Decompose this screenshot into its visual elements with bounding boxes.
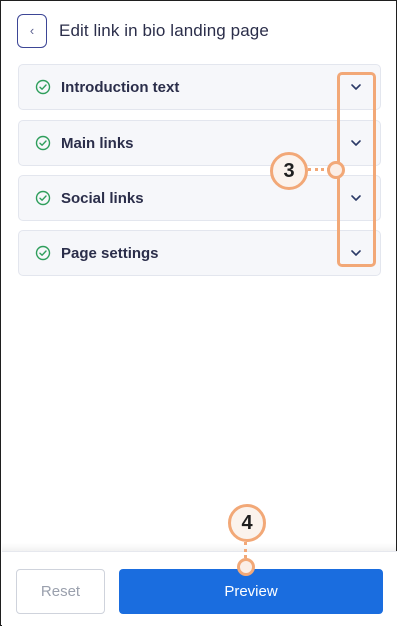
section-label: Main links xyxy=(61,134,134,152)
reset-button[interactable]: Reset xyxy=(16,569,105,614)
callout-badge-3: 3 xyxy=(270,152,308,190)
page-title: Edit link in bio landing page xyxy=(59,20,269,40)
panel-header: ‹ Edit link in bio landing page xyxy=(17,13,269,48)
check-circle-icon xyxy=(35,79,51,95)
section-label: Social links xyxy=(61,189,144,207)
preview-button[interactable]: Preview xyxy=(119,569,383,614)
editor-panel: ‹ Edit link in bio landing page Introduc… xyxy=(0,0,397,627)
check-circle-icon xyxy=(35,135,51,151)
section-main-links[interactable]: Main links xyxy=(18,120,381,166)
chevron-left-icon: ‹ xyxy=(29,23,35,38)
check-circle-icon xyxy=(35,190,51,206)
callout-anchor-dot xyxy=(237,558,255,576)
callout-anchor-dot xyxy=(327,161,345,179)
section-label: Page settings xyxy=(61,244,159,262)
back-button[interactable]: ‹ xyxy=(17,13,47,48)
section-introduction-text[interactable]: Introduction text xyxy=(18,64,381,110)
callout-badge-4: 4 xyxy=(228,504,266,542)
section-label: Introduction text xyxy=(61,78,180,96)
section-social-links[interactable]: Social links xyxy=(18,175,381,221)
check-circle-icon xyxy=(35,245,51,261)
footer-shadow xyxy=(2,543,397,551)
section-page-settings[interactable]: Page settings xyxy=(18,230,381,276)
